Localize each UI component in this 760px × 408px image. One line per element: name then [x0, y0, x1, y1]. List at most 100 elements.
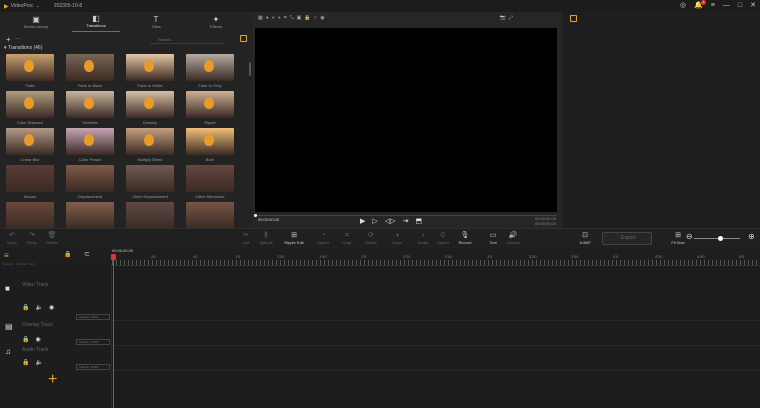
transition-thumbnail — [186, 128, 234, 155]
eye-icon[interactable]: ◉ — [320, 15, 324, 21]
lock-icon[interactable]: 🔒 — [22, 336, 29, 343]
transition-item[interactable]: Dreamy — [126, 91, 174, 127]
transition-item[interactable]: Fade to White — [126, 54, 174, 90]
volume-button[interactable]: 🔊 Volume — [501, 231, 525, 245]
timeline-ruler[interactable]: 20 40 1'0 1'20 1'40 2'0 2'20 2'40 3'0 3'20 3'40 4'0… — [112, 254, 760, 266]
export-frame-icon[interactable]: ⬒ — [415, 217, 422, 225]
scrubber-handle[interactable] — [254, 214, 257, 217]
link-icon[interactable]: ⊂ — [84, 250, 90, 258]
transition-item[interactable]: Mosaic — [6, 165, 54, 201]
color-dot-icon[interactable]: ● — [272, 15, 275, 21]
panel-toggle-icon[interactable] — [240, 35, 247, 42]
speed-button[interactable]: ◔ Speed — [311, 231, 335, 245]
export-button[interactable]: Export — [602, 232, 652, 245]
delete-button[interactable]: 🗑 Delete — [40, 231, 64, 245]
balloon-image — [24, 134, 34, 146]
close-icon[interactable]: ✕ — [750, 1, 756, 9]
transition-item[interactable]: Directive — [66, 91, 114, 127]
add-track-icon[interactable]: + — [48, 372, 57, 388]
mark-icon[interactable]: ⇥ — [403, 217, 409, 225]
color-button[interactable]: ◑ Color — [385, 231, 409, 245]
preview-scrubber[interactable] — [254, 214, 557, 217]
fullscreen-icon[interactable]: ⤢ — [509, 15, 513, 21]
collapse-icon[interactable]: — — [16, 36, 21, 42]
snapshot-icon[interactable]: 📷 — [500, 15, 506, 21]
app-menu[interactable]: ▶ VideoProc ⌄ — [4, 3, 40, 10]
rotate-button[interactable]: ⟳ Rotate — [359, 231, 383, 245]
toolbar-label: Delete — [46, 240, 58, 245]
track-level-box[interactable]: Opacity: 100% — [76, 314, 110, 320]
play-icon[interactable]: ▶ — [360, 217, 365, 225]
tab-effects[interactable]: ✦ Effects — [192, 12, 240, 32]
playhead[interactable] — [111, 254, 116, 408]
track-area[interactable] — [112, 266, 760, 408]
zoom-out-icon[interactable]: ⊖ — [686, 232, 693, 241]
mask-icon[interactable]: ▣ — [297, 15, 302, 21]
toolbar-label: Text — [489, 240, 497, 245]
track-level-box[interactable]: Volume: 100% — [76, 339, 110, 345]
preview-screen[interactable] — [255, 28, 557, 212]
zoom-slider[interactable] — [694, 238, 740, 239]
preview-panel: ▦ ● ● ● ⌗ ⤡ ▣ 🔒 ∩ ◉ 📷 ⤢ 00:00:00.00 ▶ ▷ … — [252, 12, 562, 228]
chevron-down-icon: ⌄ — [35, 3, 40, 9]
eye-icon[interactable]: ◉ — [35, 336, 40, 343]
lock-icon[interactable]: 🔒 — [22, 359, 29, 366]
transition-label: Multiply Blend — [137, 157, 163, 162]
notification-bell-icon[interactable]: 🔔 1 — [694, 0, 706, 9]
transition-item[interactable]: Fade to Grey — [186, 54, 234, 90]
account-icon[interactable]: ◎ — [680, 1, 686, 9]
transition-item[interactable]: Ripple — [186, 91, 234, 127]
transition-item[interactable]: Color Distance — [6, 91, 54, 127]
play-segment-icon[interactable]: ▷ — [372, 217, 377, 225]
transition-item[interactable]: Linear Blur — [6, 128, 54, 164]
transition-item[interactable]: Burn — [186, 128, 234, 164]
transition-item[interactable]: Displacement — [66, 165, 114, 201]
properties-panel — [562, 12, 760, 228]
add-icon[interactable]: + — [6, 35, 11, 44]
library-scrollbar[interactable] — [249, 62, 251, 76]
transition-item[interactable]: Multiply Blend — [126, 128, 174, 164]
crop-icon[interactable]: ⌗ — [284, 15, 287, 21]
tab-transitions[interactable]: ◧ Transitions — [72, 12, 120, 32]
lock-icon[interactable]: 🔒 — [304, 15, 310, 21]
transition-item[interactable]: Fade to Black — [66, 54, 114, 90]
search-input[interactable]: Search... — [150, 35, 224, 44]
transitions-section-header[interactable]: ▾ Transitions (46) — [4, 45, 42, 51]
edit-toolbar: ⊡ 1080P Export ⊞ Fit Size ⊖ ⊕ ↶ Undo ↷ Redo 🗑 D… — [0, 228, 760, 248]
mic-button[interactable]: 🎙 Record — [453, 231, 477, 245]
speaker-icon[interactable]: 🔈 — [35, 304, 42, 311]
zoom-in-icon[interactable]: ⊕ — [748, 232, 755, 241]
speaker-icon[interactable]: 🔈 — [35, 359, 42, 366]
transform-icon[interactable]: ⤡ — [290, 15, 294, 21]
tab-titles[interactable]: T Titles — [132, 12, 180, 32]
playhead-handle[interactable] — [111, 254, 116, 260]
eye-icon[interactable]: ◉ — [49, 304, 54, 311]
prev-frame-icon[interactable]: ◁▷ — [385, 217, 396, 225]
magnet-icon[interactable]: ∩ — [314, 15, 318, 21]
crop-button[interactable]: ⌗ Crop — [335, 231, 359, 245]
transition-item[interactable]: Glitch Displacement — [126, 165, 174, 201]
lock-all-icon[interactable]: 🔒 — [64, 251, 71, 258]
color-dot-icon[interactable]: ● — [266, 15, 269, 21]
panel-toggle-icon[interactable] — [570, 15, 577, 22]
transition-label: Displacement — [77, 194, 103, 199]
transition-item[interactable]: Glitch Memories — [186, 165, 234, 201]
maximize-icon[interactable]: □ — [738, 2, 742, 9]
transition-item[interactable]: Color Phase — [66, 128, 114, 164]
track-menu-icon[interactable]: ≡ — [4, 251, 9, 260]
ruler-ticks — [112, 260, 760, 265]
transition-item[interactable]: Fade — [6, 54, 54, 90]
zoom-slider-handle[interactable] — [718, 236, 723, 241]
speed2-button[interactable]: ⏲ Speed — [431, 231, 455, 245]
color-dot-icon[interactable]: ● — [278, 15, 281, 21]
menu-icon[interactable]: ≡ — [711, 2, 715, 9]
grid-icon[interactable]: ▦ — [258, 15, 263, 21]
minimize-icon[interactable]: — — [723, 2, 730, 9]
lock-icon[interactable]: 🔒 — [22, 304, 29, 311]
tab-media-library[interactable]: ▣ Media Library — [12, 12, 60, 32]
toolbar-label: Rotate — [365, 240, 377, 245]
split-button[interactable]: ⫼ Split All — [254, 231, 278, 245]
quality-button[interactable]: ⊡ 1080P — [573, 231, 597, 245]
ripple-edit-button[interactable]: ⊞ Ripple Edit — [282, 231, 306, 245]
track-level-box[interactable]: Volume: 100% — [76, 364, 110, 370]
